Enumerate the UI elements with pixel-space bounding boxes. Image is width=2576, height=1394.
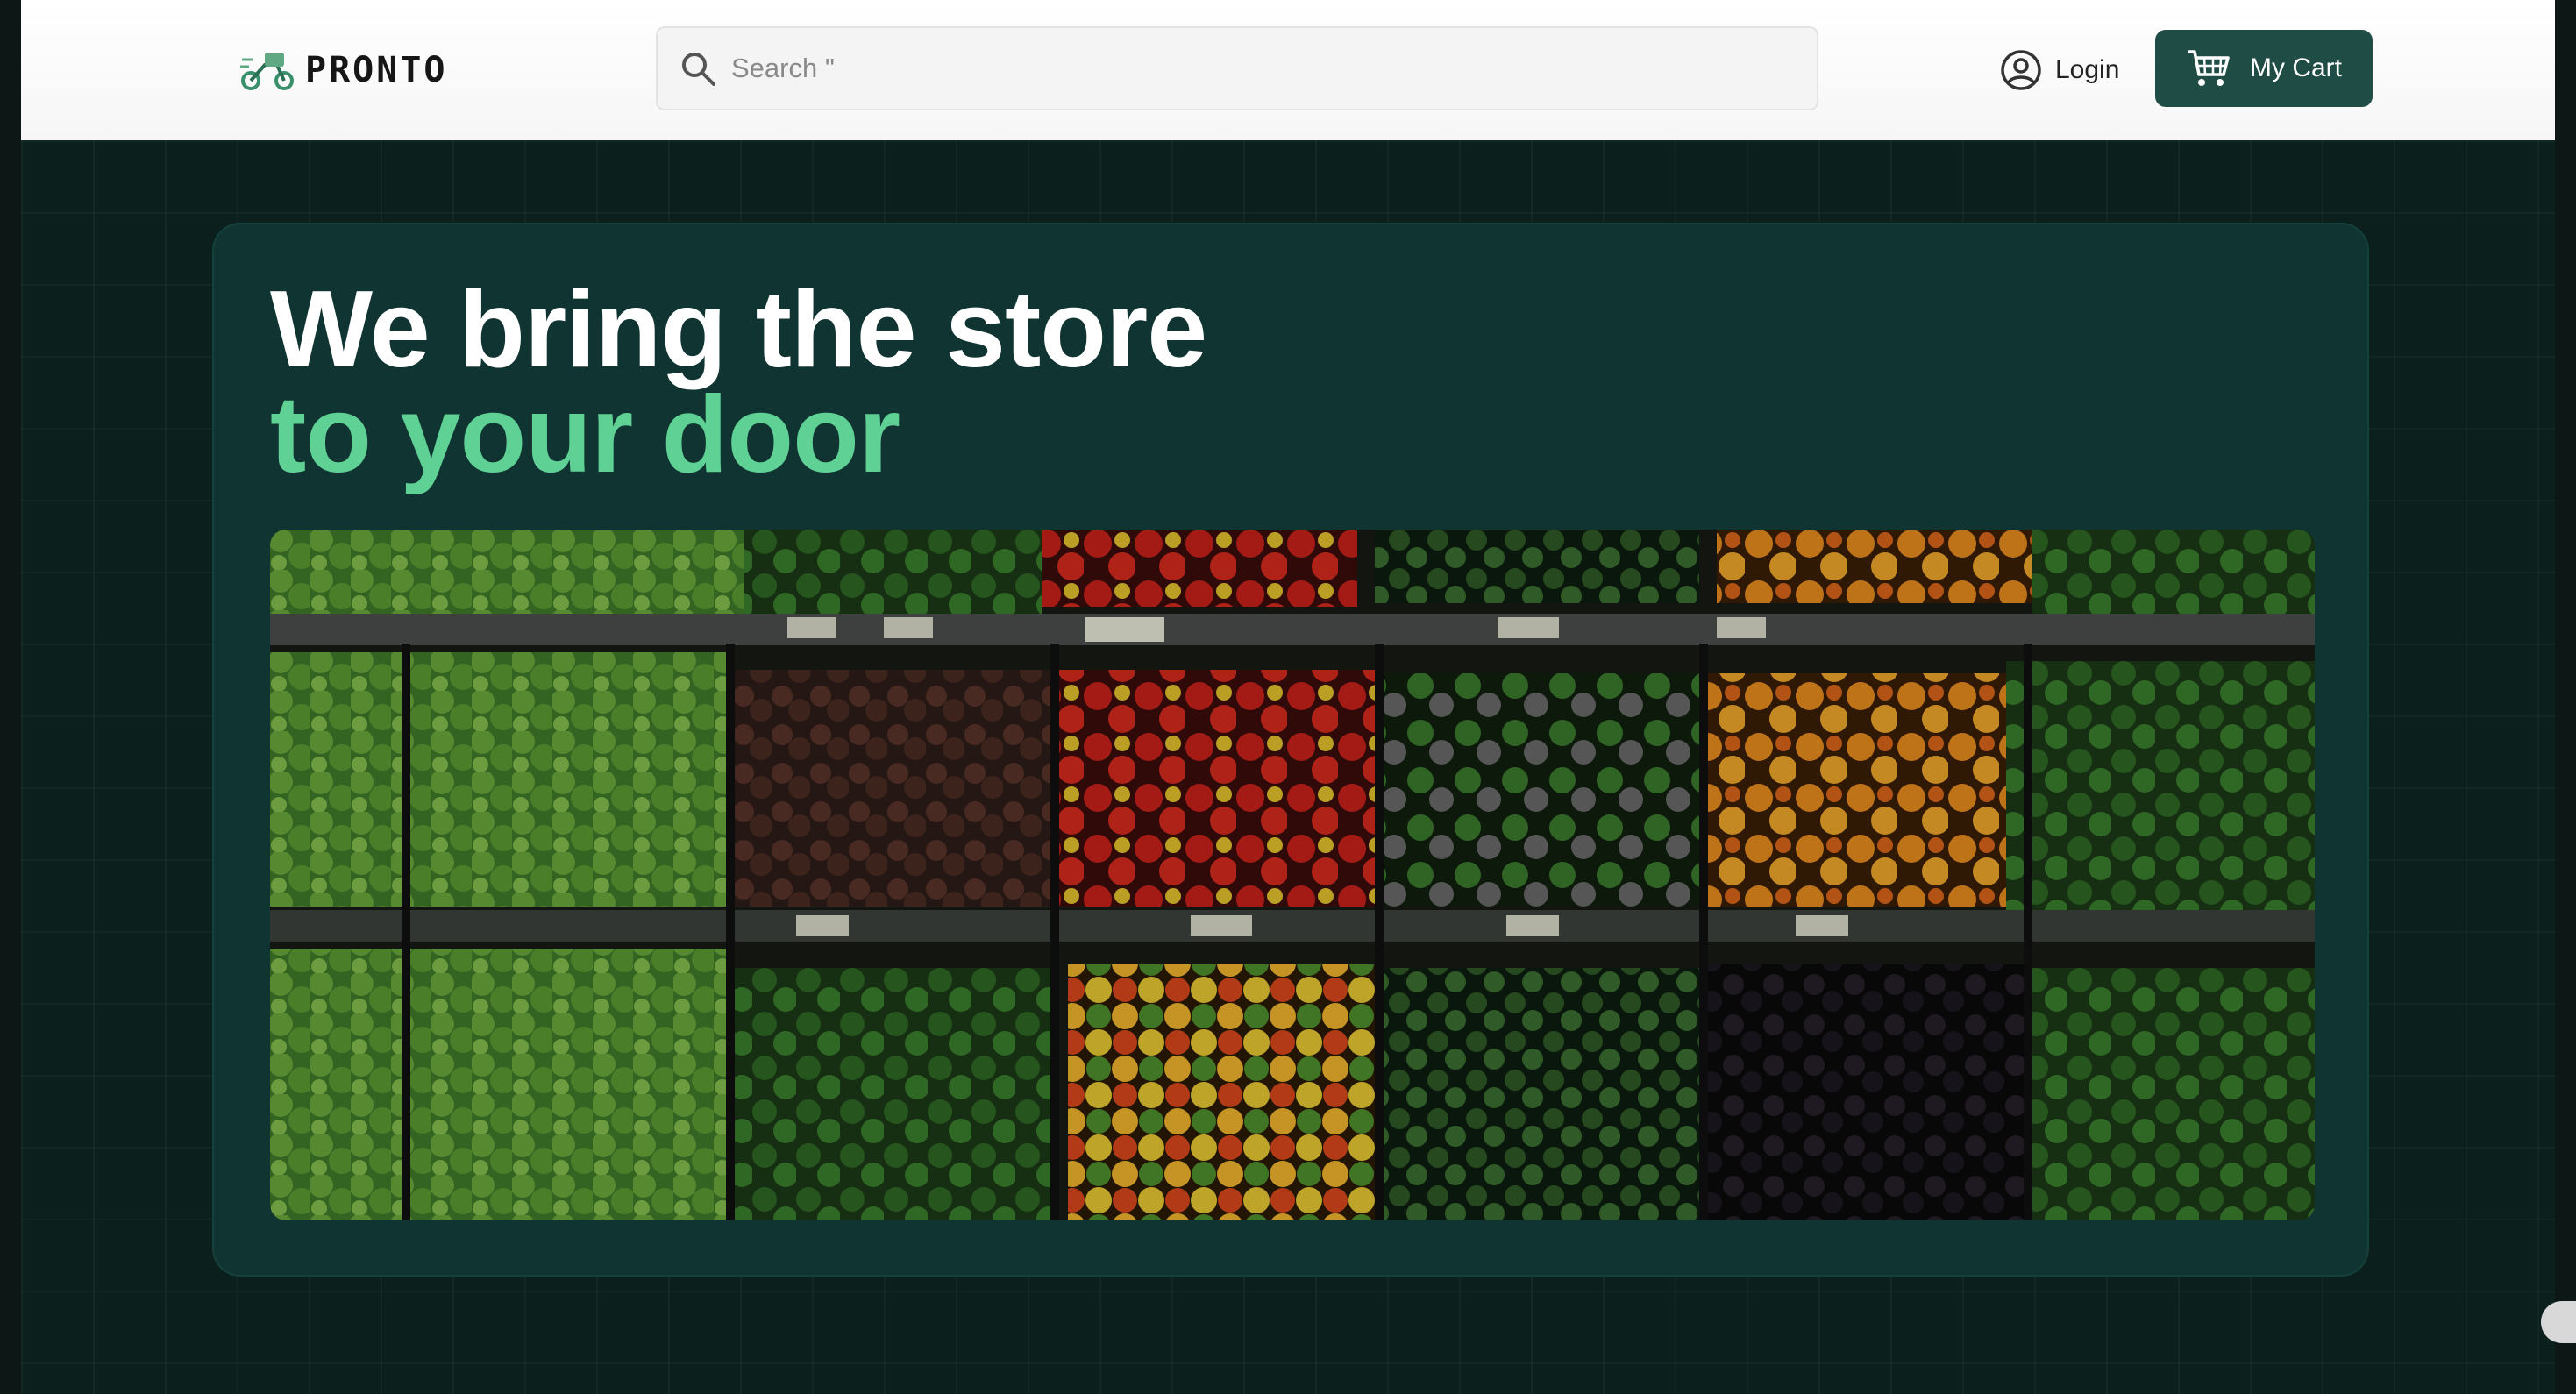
hero-headline: We bring the store to your door xyxy=(270,269,1207,495)
login-label: Login xyxy=(2055,55,2120,84)
search-input[interactable] xyxy=(731,53,1783,84)
window-edge-right xyxy=(2555,0,2576,1394)
headline-line-1: We bring the store xyxy=(270,269,1207,390)
headline-line-2: to your door xyxy=(270,374,900,495)
my-cart-label: My Cart xyxy=(2250,53,2342,82)
site-header: PRONTO Login My Cart xyxy=(21,0,2555,140)
search-icon xyxy=(682,53,715,86)
search-bar[interactable] xyxy=(656,26,1818,110)
logo[interactable]: PRONTO xyxy=(238,46,448,95)
window-edge-left xyxy=(0,0,21,1394)
scroll-handle[interactable] xyxy=(2541,1301,2576,1343)
user-circle-icon xyxy=(2001,50,2041,90)
hero-panel: We bring the store to your door xyxy=(212,223,2369,1277)
cart-icon xyxy=(2188,50,2230,86)
scooter-icon xyxy=(240,53,294,90)
login-button[interactable]: Login xyxy=(1999,42,2119,98)
logo-text: PRONTO xyxy=(305,50,448,90)
grocery-produce-photo xyxy=(270,530,2315,1220)
my-cart-button[interactable]: My Cart xyxy=(2155,30,2373,107)
